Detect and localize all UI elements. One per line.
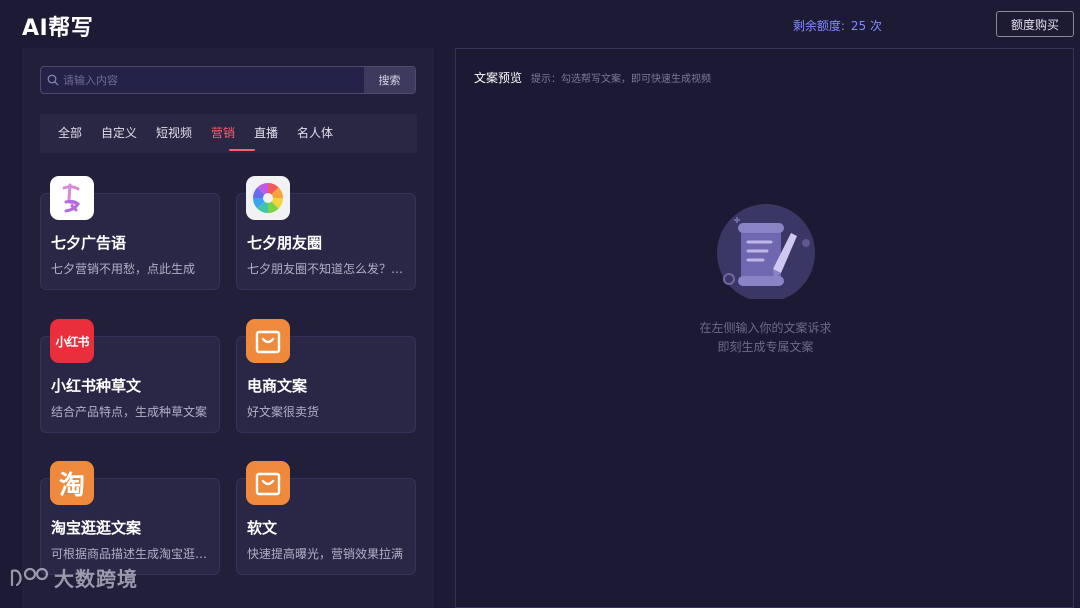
card-title: 七夕广告语 (51, 234, 127, 252)
xiaohongshu-icon: 小红书 (50, 319, 94, 363)
watermark-text: 大数跨境 (54, 567, 138, 591)
preview-hint: 提示：勾选帮写文案，即可快速生成视频 (531, 74, 711, 85)
search-box: 搜索 (40, 66, 416, 94)
shopping-bag-icon (246, 461, 290, 505)
search-icon (47, 74, 59, 86)
xiaohongshu-icon-text: 小红书 (55, 334, 89, 349)
preview-title: 文案预览 (474, 71, 523, 85)
template-panel: 搜索 全部 自定义 短视频 营销 直播 名人体 七夕广告语 七夕营销不用愁，点此… (22, 48, 434, 608)
card-title: 七夕朋友圈 (247, 234, 323, 252)
empty-state-line1: 在左侧输入你的文案诉求 (699, 321, 832, 335)
buy-quota-button[interactable]: 额度购买 (996, 11, 1074, 37)
card-desc: 七夕朋友圈不知道怎么发？点此生成 (247, 262, 411, 276)
qixi-icon (50, 176, 94, 220)
category-tabs: 全部 自定义 短视频 营销 直播 名人体 (40, 114, 417, 153)
card-title: 软文 (247, 519, 278, 537)
taobao-icon: 淘 (50, 461, 94, 505)
search-button[interactable]: 搜索 (364, 67, 415, 93)
card-desc: 好文案很卖货 (247, 405, 320, 419)
card-desc: 可根据商品描述生成淘宝逛逛文案 (51, 547, 215, 561)
brand-logo-icon (10, 567, 49, 586)
watermark: 大数跨境 (8, 563, 138, 592)
tab-all[interactable]: 全部 (58, 124, 82, 141)
tab-short-video[interactable]: 短视频 (156, 124, 192, 141)
card-title: 小红书种草文 (51, 377, 142, 395)
app-title: AI帮写 (22, 16, 94, 41)
card-desc: 结合产品特点，生成种草文案 (51, 405, 208, 419)
tab-custom[interactable]: 自定义 (101, 124, 137, 141)
card-title: 电商文案 (247, 377, 308, 395)
empty-state-line2: 即刻生成专属文案 (717, 340, 814, 354)
card-desc: 快速提高曝光，营销效果拉满 (247, 547, 404, 561)
scroll-pen-icon (717, 204, 815, 299)
taobao-icon-text: 淘 (58, 470, 85, 501)
search-input[interactable] (63, 67, 363, 93)
quota-display: 剩余额度: 25 次 (793, 17, 882, 34)
tab-marketing[interactable]: 营销 (211, 124, 235, 141)
card-title: 淘宝逛逛文案 (51, 519, 142, 537)
preview-panel: 文案预览 提示：勾选帮写文案，即可快速生成视频 在左侧输入你的文案诉求 即刻生成… (455, 48, 1074, 608)
shopping-bag-icon (246, 319, 290, 363)
tab-celebrity[interactable]: 名人体 (297, 124, 333, 141)
card-desc: 七夕营销不用愁，点此生成 (51, 262, 196, 276)
tab-live[interactable]: 直播 (254, 124, 278, 141)
quota-value: 25 次 (850, 19, 882, 33)
active-tab-indicator (229, 149, 255, 151)
aperture-icon (246, 176, 290, 220)
quota-label: 剩余额度: (792, 19, 845, 33)
